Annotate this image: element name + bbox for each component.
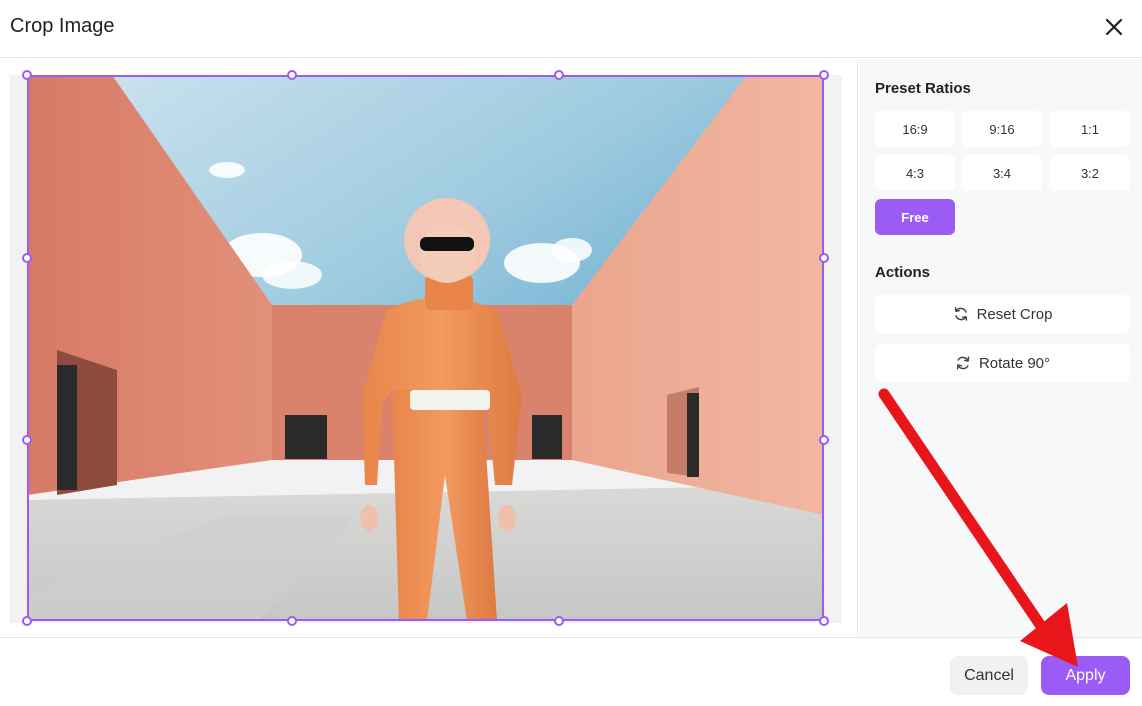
ratio-1-1-button[interactable]: 1:1 [1050, 111, 1130, 147]
crop-handle-bottom-left[interactable] [22, 616, 32, 626]
reset-icon [954, 307, 967, 321]
dialog-footer: Cancel Apply [0, 637, 1142, 706]
actions-heading: Actions [875, 264, 931, 281]
ratio-9-16-button[interactable]: 9:16 [962, 111, 1042, 147]
reset-crop-label: Reset Crop [976, 305, 1053, 323]
ratio-free-button[interactable]: Free [875, 199, 955, 235]
crop-handle-bottom-right[interactable] [819, 616, 829, 626]
crop-handle-left[interactable] [22, 435, 32, 445]
close-icon [1105, 18, 1123, 36]
close-button[interactable] [1100, 13, 1128, 41]
rotate-90-label: Rotate 90° [978, 354, 1051, 372]
rotate-90-button[interactable]: Rotate 90° [875, 344, 1130, 382]
ratio-3-4-button[interactable]: 3:4 [962, 155, 1042, 191]
cancel-button[interactable]: Cancel [950, 656, 1028, 695]
reset-crop-button[interactable]: Reset Crop [875, 295, 1130, 333]
dialog-header: Crop Image [0, 0, 1142, 58]
crop-handle-top-right[interactable] [819, 70, 829, 80]
crop-options-panel: Preset Ratios 16:9 9:16 1:1 4:3 3:4 3:2 … [859, 59, 1142, 637]
ratio-16-9-button[interactable]: 16:9 [875, 111, 955, 147]
image-preview[interactable] [27, 75, 824, 621]
crop-handle-top[interactable] [554, 70, 564, 80]
apply-button[interactable]: Apply [1041, 656, 1130, 695]
crop-image-dialog: Crop Image Preset Ratios 16:9 9:16 1:1 4… [0, 0, 1142, 706]
preset-ratios-heading: Preset Ratios [875, 80, 971, 97]
crop-handle-right[interactable] [819, 253, 829, 263]
ratio-3-2-button[interactable]: 3:2 [1050, 155, 1130, 191]
crop-handle-top-left[interactable] [22, 70, 32, 80]
dialog-title: Crop Image [10, 15, 115, 37]
ratio-4-3-button[interactable]: 4:3 [875, 155, 955, 191]
rotate-icon [956, 356, 970, 370]
crop-handle-bottom[interactable] [554, 616, 564, 626]
crop-handle-left[interactable] [22, 253, 32, 263]
crop-handle-right[interactable] [819, 435, 829, 445]
crop-handle-top[interactable] [287, 70, 297, 80]
crop-handle-bottom[interactable] [287, 616, 297, 626]
